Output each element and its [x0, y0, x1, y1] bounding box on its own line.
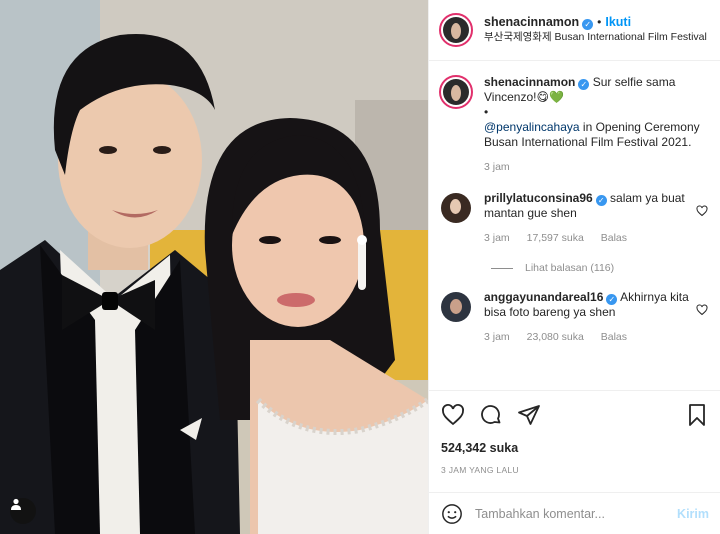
author-username[interactable]: shenacinnamon	[484, 15, 579, 29]
commenter-avatar[interactable]	[441, 292, 471, 322]
comment-item: anggayunandareal16 ✓ Akhirnya kita bisa f…	[439, 290, 710, 345]
verified-icon: ✓	[595, 195, 607, 206]
comment-time[interactable]: 3 jam	[484, 232, 510, 244]
comment-likes[interactable]: 17,597 suka	[527, 232, 584, 244]
verified-icon: ✓	[582, 19, 594, 30]
photo-illustration	[0, 0, 428, 534]
add-comment-bar: Tambahkan komentar... Kirim	[429, 492, 720, 534]
user-icon	[11, 498, 21, 510]
caption-time[interactable]: 3 jam	[484, 161, 510, 173]
reply-button[interactable]: Balas	[601, 331, 627, 343]
save-button[interactable]	[685, 403, 709, 427]
comment-icon	[481, 405, 501, 424]
comments-list[interactable]: shenacinnamon ✓ Sur selfie sama Vincenzo!…	[429, 61, 720, 383]
post-photo[interactable]	[0, 0, 428, 534]
view-replies-label: Lihat balasan (116)	[525, 262, 615, 274]
comment-username[interactable]: prillylatuconsina96	[484, 191, 593, 205]
caption-mention[interactable]: @penyalincahaya	[484, 120, 580, 134]
bookmark-icon	[689, 404, 705, 426]
like-comment-heart-icon[interactable]	[696, 304, 708, 316]
comment-time[interactable]: 3 jam	[484, 331, 510, 343]
emoji-icon[interactable]	[441, 503, 463, 525]
caption-username[interactable]: shenacinnamon	[484, 75, 575, 89]
replies-line	[491, 267, 513, 269]
heart-icon	[442, 404, 464, 426]
share-button[interactable]	[517, 403, 541, 427]
comment-button[interactable]	[479, 403, 503, 427]
likes-count[interactable]: 524,342 suka	[441, 441, 709, 455]
post-comment-button[interactable]: Kirim	[677, 507, 709, 521]
post-timestamp[interactable]: 3 JAM YANG LALU	[441, 465, 709, 475]
send-icon	[518, 405, 540, 425]
commenter-avatar[interactable]	[441, 193, 471, 223]
post-location[interactable]: 부산국제영화제 Busan International Film Festiva…	[484, 30, 707, 45]
author-avatar[interactable]	[439, 13, 473, 47]
author-avatar[interactable]	[439, 75, 473, 109]
like-comment-heart-icon[interactable]	[696, 205, 708, 217]
like-button[interactable]	[441, 403, 465, 427]
post-header: shenacinnamon ✓ • Ikuti 부산국제영화제 Busan Inter…	[429, 0, 720, 61]
post-side-panel: shenacinnamon ✓ • Ikuti 부산국제영화제 Busan Inter…	[428, 0, 720, 534]
verified-icon: ✓	[578, 79, 590, 90]
caption: shenacinnamon ✓ Sur selfie sama Vincenzo!…	[439, 75, 710, 175]
tagged-user-button[interactable]	[10, 498, 36, 524]
follow-button[interactable]: Ikuti	[605, 15, 631, 29]
comment-likes[interactable]: 23,080 suka	[527, 331, 584, 343]
view-replies-button[interactable]: Lihat balasan (116)	[491, 262, 710, 274]
verified-icon: ✓	[606, 294, 618, 305]
comment-input[interactable]: Tambahkan komentar...	[475, 507, 677, 521]
comment-username[interactable]: anggayunandareal16	[484, 290, 603, 304]
comment-item: prillylatuconsina96 ✓ salam ya buat manta…	[439, 191, 710, 246]
post-actions: 524,342 suka 3 JAM YANG LALU	[429, 390, 720, 501]
separator-dot: •	[597, 15, 602, 29]
post-dialog: shenacinnamon ✓ • Ikuti 부산국제영화제 Busan Inter…	[0, 0, 720, 534]
reply-button[interactable]: Balas	[601, 232, 627, 244]
caption-bullet: •	[484, 105, 489, 119]
